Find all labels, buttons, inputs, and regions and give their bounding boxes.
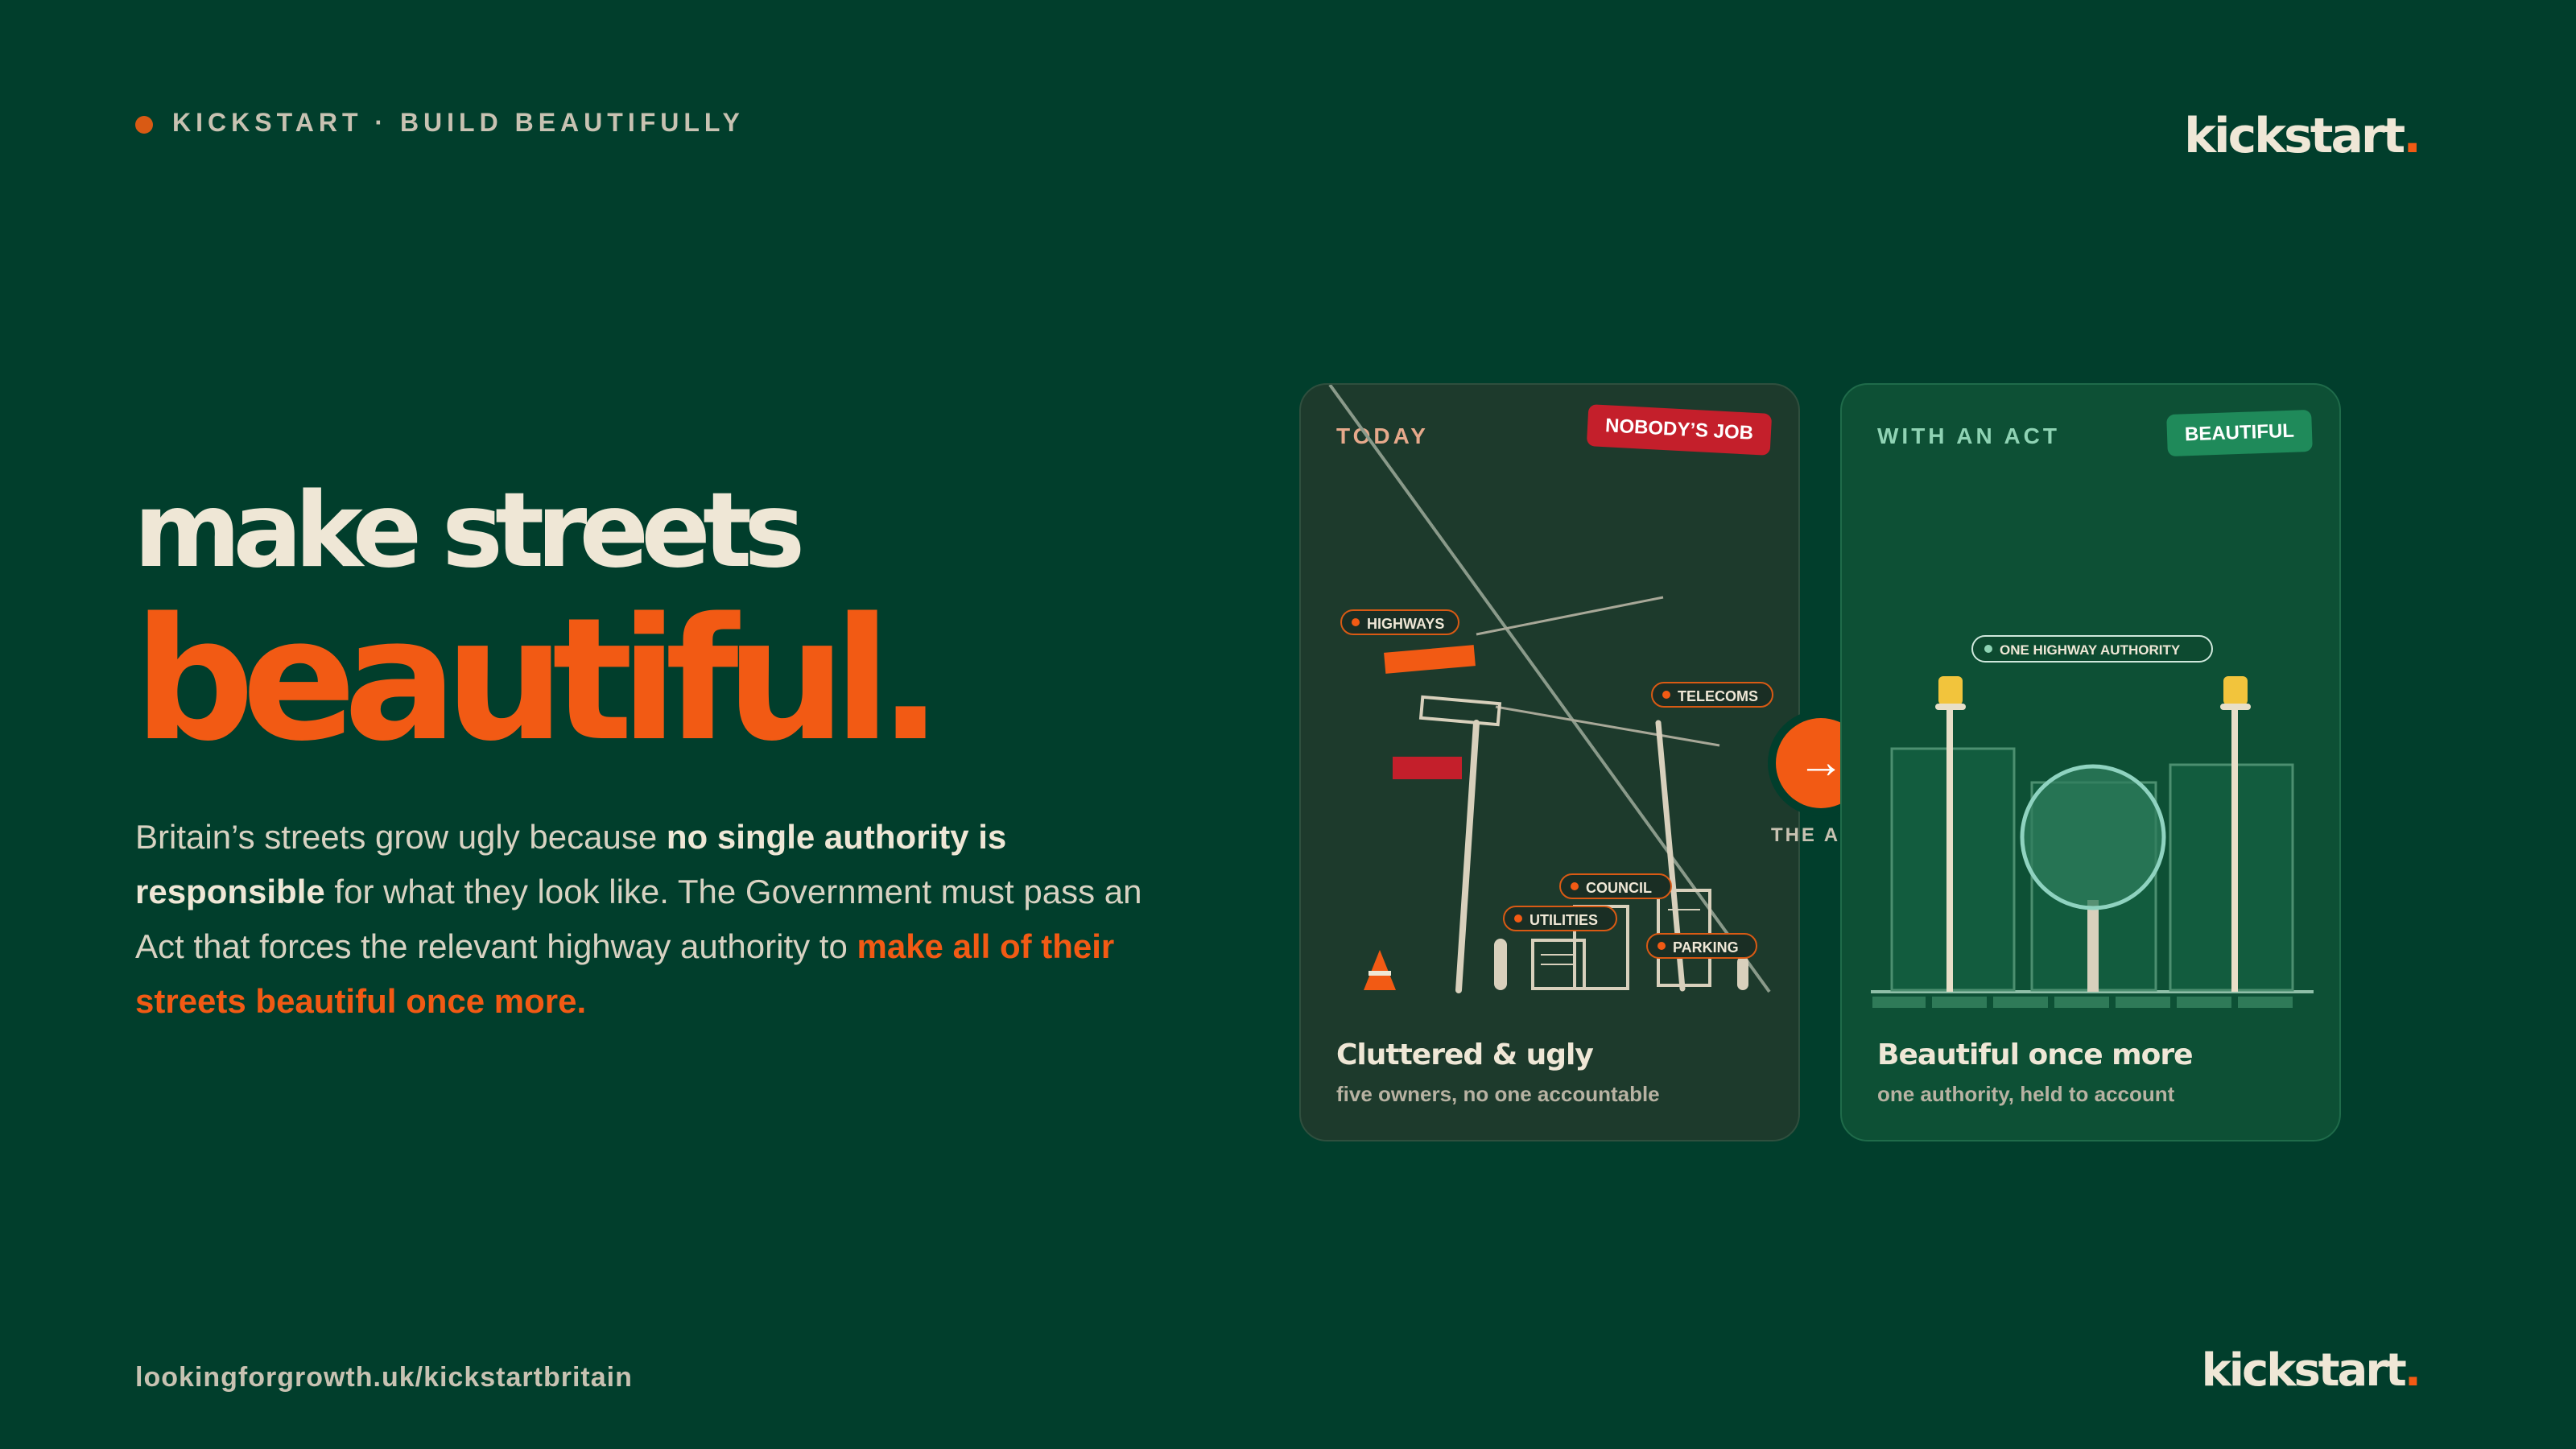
beautiful-street-illustration: ONE HIGHWAY AUTHORITY	[1871, 635, 2314, 1008]
tree-trunk	[2087, 900, 2099, 992]
overhead-wire	[1476, 596, 1664, 636]
card-today-title: Cluttered & ugly	[1336, 1038, 1594, 1071]
footer-url-link[interactable]: lookingforgrowth.uk/kickstartbritain	[135, 1362, 633, 1393]
card-today: TODAY NOBODY’S JOB HIGHWAYS TELECOMS COU…	[1299, 383, 1800, 1141]
svg-text:PARKING: PARKING	[1673, 939, 1739, 956]
paving-slabs	[1872, 997, 2293, 1008]
overhead-wire	[1495, 705, 1720, 747]
svg-text:COUNCIL: COUNCIL	[1586, 880, 1652, 896]
cluttered-street-illustration: HIGHWAYS TELECOMS COUNCIL UTILITIES PARK…	[1328, 385, 1773, 993]
red-sign	[1393, 757, 1462, 779]
footer-logo-period: .	[2404, 1344, 2421, 1397]
tag-council: COUNCIL	[1559, 873, 1672, 899]
kicker-text: KICKSTART · BUILD BEAUTIFULLY	[172, 108, 745, 137]
body-paragraph: Britain’s streets grow ugly because no s…	[135, 810, 1150, 1029]
tag-highways: HIGHWAYS	[1340, 609, 1459, 635]
highway-sign	[1384, 645, 1476, 674]
card-act-title: Beautiful once more	[1877, 1038, 2194, 1071]
svg-text:TELECOMS: TELECOMS	[1678, 688, 1758, 704]
card-today-subtitle: five owners, no one accountable	[1336, 1082, 1660, 1106]
logo-text: kickstart	[2184, 108, 2405, 164]
svg-text:HIGHWAYS: HIGHWAYS	[1367, 616, 1444, 632]
svg-text:ONE HIGHWAY AUTHORITY: ONE HIGHWAY AUTHORITY	[2000, 642, 2181, 658]
tag-one-highway-authority: ONE HIGHWAY AUTHORITY	[1971, 635, 2213, 663]
tree-canopy	[2020, 764, 2166, 910]
lamp-light	[2223, 676, 2248, 705]
kickstart-logo-footer[interactable]: kickstart.	[2201, 1344, 2421, 1397]
headline-line1: make streets	[134, 471, 805, 591]
logo-period: .	[2403, 108, 2421, 164]
footer-logo-text: kickstart	[2201, 1344, 2407, 1397]
blank-sign	[1418, 695, 1502, 727]
header-dot	[135, 116, 153, 134]
bollard	[1494, 939, 1507, 990]
headline-line2: beautiful.	[134, 581, 943, 778]
traffic-cone	[1364, 950, 1396, 990]
card-act-subtitle: one authority, held to account	[1877, 1082, 2175, 1106]
tag-telecoms: TELECOMS	[1651, 682, 1773, 708]
kickstart-logo[interactable]: kickstart.	[2184, 108, 2421, 164]
small-bollard	[1737, 956, 1748, 990]
cone-stripe	[1368, 971, 1391, 976]
tag-parking: PARKING	[1646, 933, 1757, 959]
body-part1: Britain’s streets grow ugly because	[135, 818, 667, 856]
card-with-an-act: WITH AN ACT BEAUTIFUL ONE HIGHWAY AUTHOR…	[1840, 383, 2341, 1141]
svg-text:UTILITIES: UTILITIES	[1530, 912, 1598, 928]
tag-utilities: UTILITIES	[1503, 906, 1617, 931]
lamp-light	[1938, 676, 1963, 705]
